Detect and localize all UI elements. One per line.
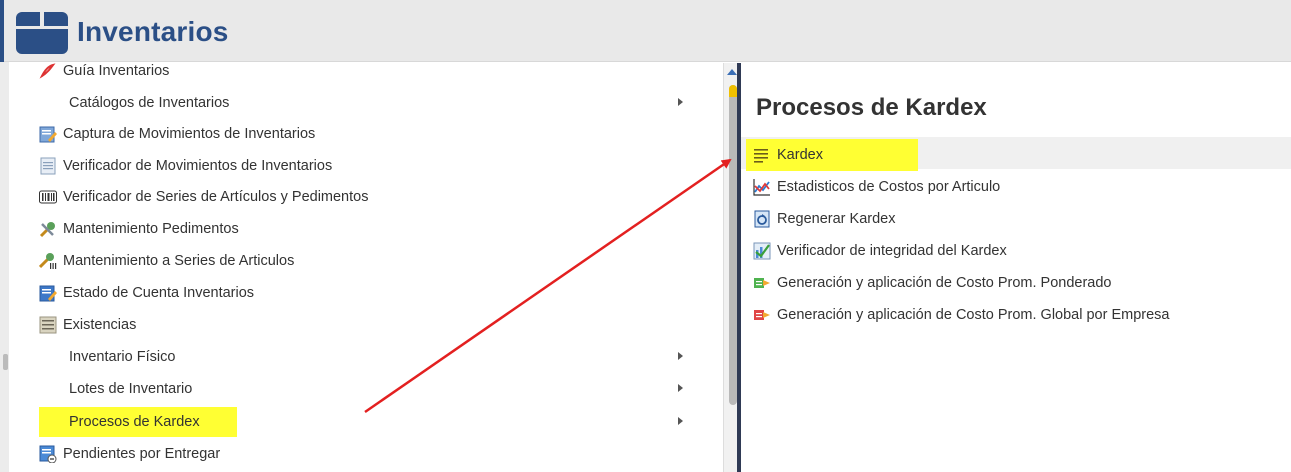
cost-red-icon: [754, 310, 770, 320]
header-accent-bar: [0, 0, 4, 62]
kardex-list-icon: [754, 149, 768, 163]
pdf-icon: [39, 63, 56, 79]
menu-item-estado-cuenta[interactable]: Estado de Cuenta Inventarios: [39, 279, 723, 307]
left-collapse-strip[interactable]: [0, 62, 9, 472]
scroll-up-icon[interactable]: [727, 69, 737, 75]
app-title: Inventarios: [77, 16, 229, 47]
submenu-arrow-icon: [678, 352, 683, 360]
submenu-item-label: Generación y aplicación de Costo Prom. G…: [777, 307, 1170, 323]
app-header: Inventarios: [0, 0, 1291, 62]
check-chart-icon: [753, 242, 771, 260]
submenu-item-regenerar[interactable]: Regenerar Kardex: [753, 206, 1283, 232]
menu-item-label: Verificador de Series de Artículos y Ped…: [63, 189, 369, 205]
left-menu-panel: Guía Inventarios Catálogos de Inventario…: [9, 63, 723, 472]
menu-item-lotes-inventario[interactable]: Lotes de Inventario: [69, 375, 709, 403]
inventory-box-icon: [16, 12, 68, 54]
submenu-item-verificador-integridad[interactable]: Verificador de integridad del Kardex: [753, 238, 1283, 264]
submenu-item-label: Estadisticos de Costos por Articulo: [777, 179, 1001, 195]
list-icon: [39, 316, 57, 334]
menu-item-label: Procesos de Kardex: [69, 414, 200, 430]
menu-item-label: Catálogos de Inventarios: [69, 95, 230, 111]
menu-item-label: Existencias: [63, 317, 137, 333]
submenu-item-label: Kardex: [777, 147, 823, 163]
menu-item-guia-inventarios[interactable]: Guía Inventarios: [39, 63, 723, 85]
scrollbar-thumb[interactable]: [729, 85, 737, 405]
tools-icon: [39, 222, 55, 238]
menu-item-verificador-series[interactable]: Verificador de Series de Artículos y Ped…: [39, 183, 723, 211]
menu-item-captura-movimientos[interactable]: Captura de Movimientos de Inventarios: [39, 120, 723, 148]
menu-item-procesos-kardex[interactable]: Procesos de Kardex: [69, 408, 709, 436]
submenu-item-label: Generación y aplicación de Costo Prom. P…: [777, 275, 1112, 291]
menu-item-label: Captura de Movimientos de Inventarios: [63, 126, 316, 142]
submenu-item-costo-ponderado[interactable]: Generación y aplicación de Costo Prom. P…: [753, 270, 1283, 296]
menu-item-label: Lotes de Inventario: [69, 381, 193, 397]
menu-item-label: Inventario Físico: [69, 349, 176, 365]
chart-icon: [753, 179, 770, 196]
menu-item-verificador-movimientos[interactable]: Verificador de Movimientos de Inventario…: [39, 152, 723, 180]
menu-item-label: Estado de Cuenta Inventarios: [63, 285, 255, 301]
submenu-item-costo-global[interactable]: Generación y aplicación de Costo Prom. G…: [753, 302, 1283, 328]
submenu-arrow-icon: [678, 98, 683, 106]
right-submenu-panel: Procesos de Kardex Kardex Estadisticos d…: [741, 63, 1291, 472]
submenu-arrow-icon: [678, 384, 683, 392]
submenu-item-kardex[interactable]: Kardex: [753, 142, 1283, 168]
barcode-icon: [39, 190, 57, 204]
submenu-item-label: Verificador de integridad del Kardex: [777, 243, 1007, 259]
edit-form-icon: [39, 126, 57, 143]
delivery-icon: [39, 445, 57, 463]
menu-item-label: Pendientes por Entregar: [63, 446, 221, 462]
menu-item-label: Guía Inventarios: [63, 63, 170, 79]
submenu-title: Procesos de Kardex: [756, 94, 987, 121]
cost-green-icon: [754, 278, 770, 288]
scrollbar-thumb-accent: [729, 85, 737, 97]
collapse-handle[interactable]: [3, 354, 8, 370]
menu-item-pendientes-entregar[interactable]: Pendientes por Entregar: [39, 440, 723, 468]
menu-item-catalogos[interactable]: Catálogos de Inventarios: [69, 89, 709, 117]
submenu-item-label: Regenerar Kardex: [777, 211, 896, 227]
edit-form-icon: [39, 285, 57, 302]
document-icon: [40, 157, 56, 175]
menu-item-mantenimiento-pedimentos[interactable]: Mantenimiento Pedimentos: [39, 215, 723, 243]
submenu-item-estadisticos[interactable]: Estadisticos de Costos por Articulo: [753, 174, 1283, 200]
menu-item-inventario-fisico[interactable]: Inventario Físico: [69, 343, 709, 371]
submenu-arrow-icon: [678, 417, 683, 425]
tools-series-icon: [39, 253, 57, 269]
menu-item-label: Mantenimiento a Series de Articulos: [63, 253, 295, 269]
regenerate-icon: [754, 210, 770, 228]
menu-item-mantenimiento-series[interactable]: Mantenimiento a Series de Articulos: [39, 247, 723, 275]
menu-item-label: Verificador de Movimientos de Inventario…: [63, 158, 333, 174]
menu-item-label: Mantenimiento Pedimentos: [63, 221, 239, 237]
menu-item-existencias[interactable]: Existencias: [39, 311, 723, 339]
